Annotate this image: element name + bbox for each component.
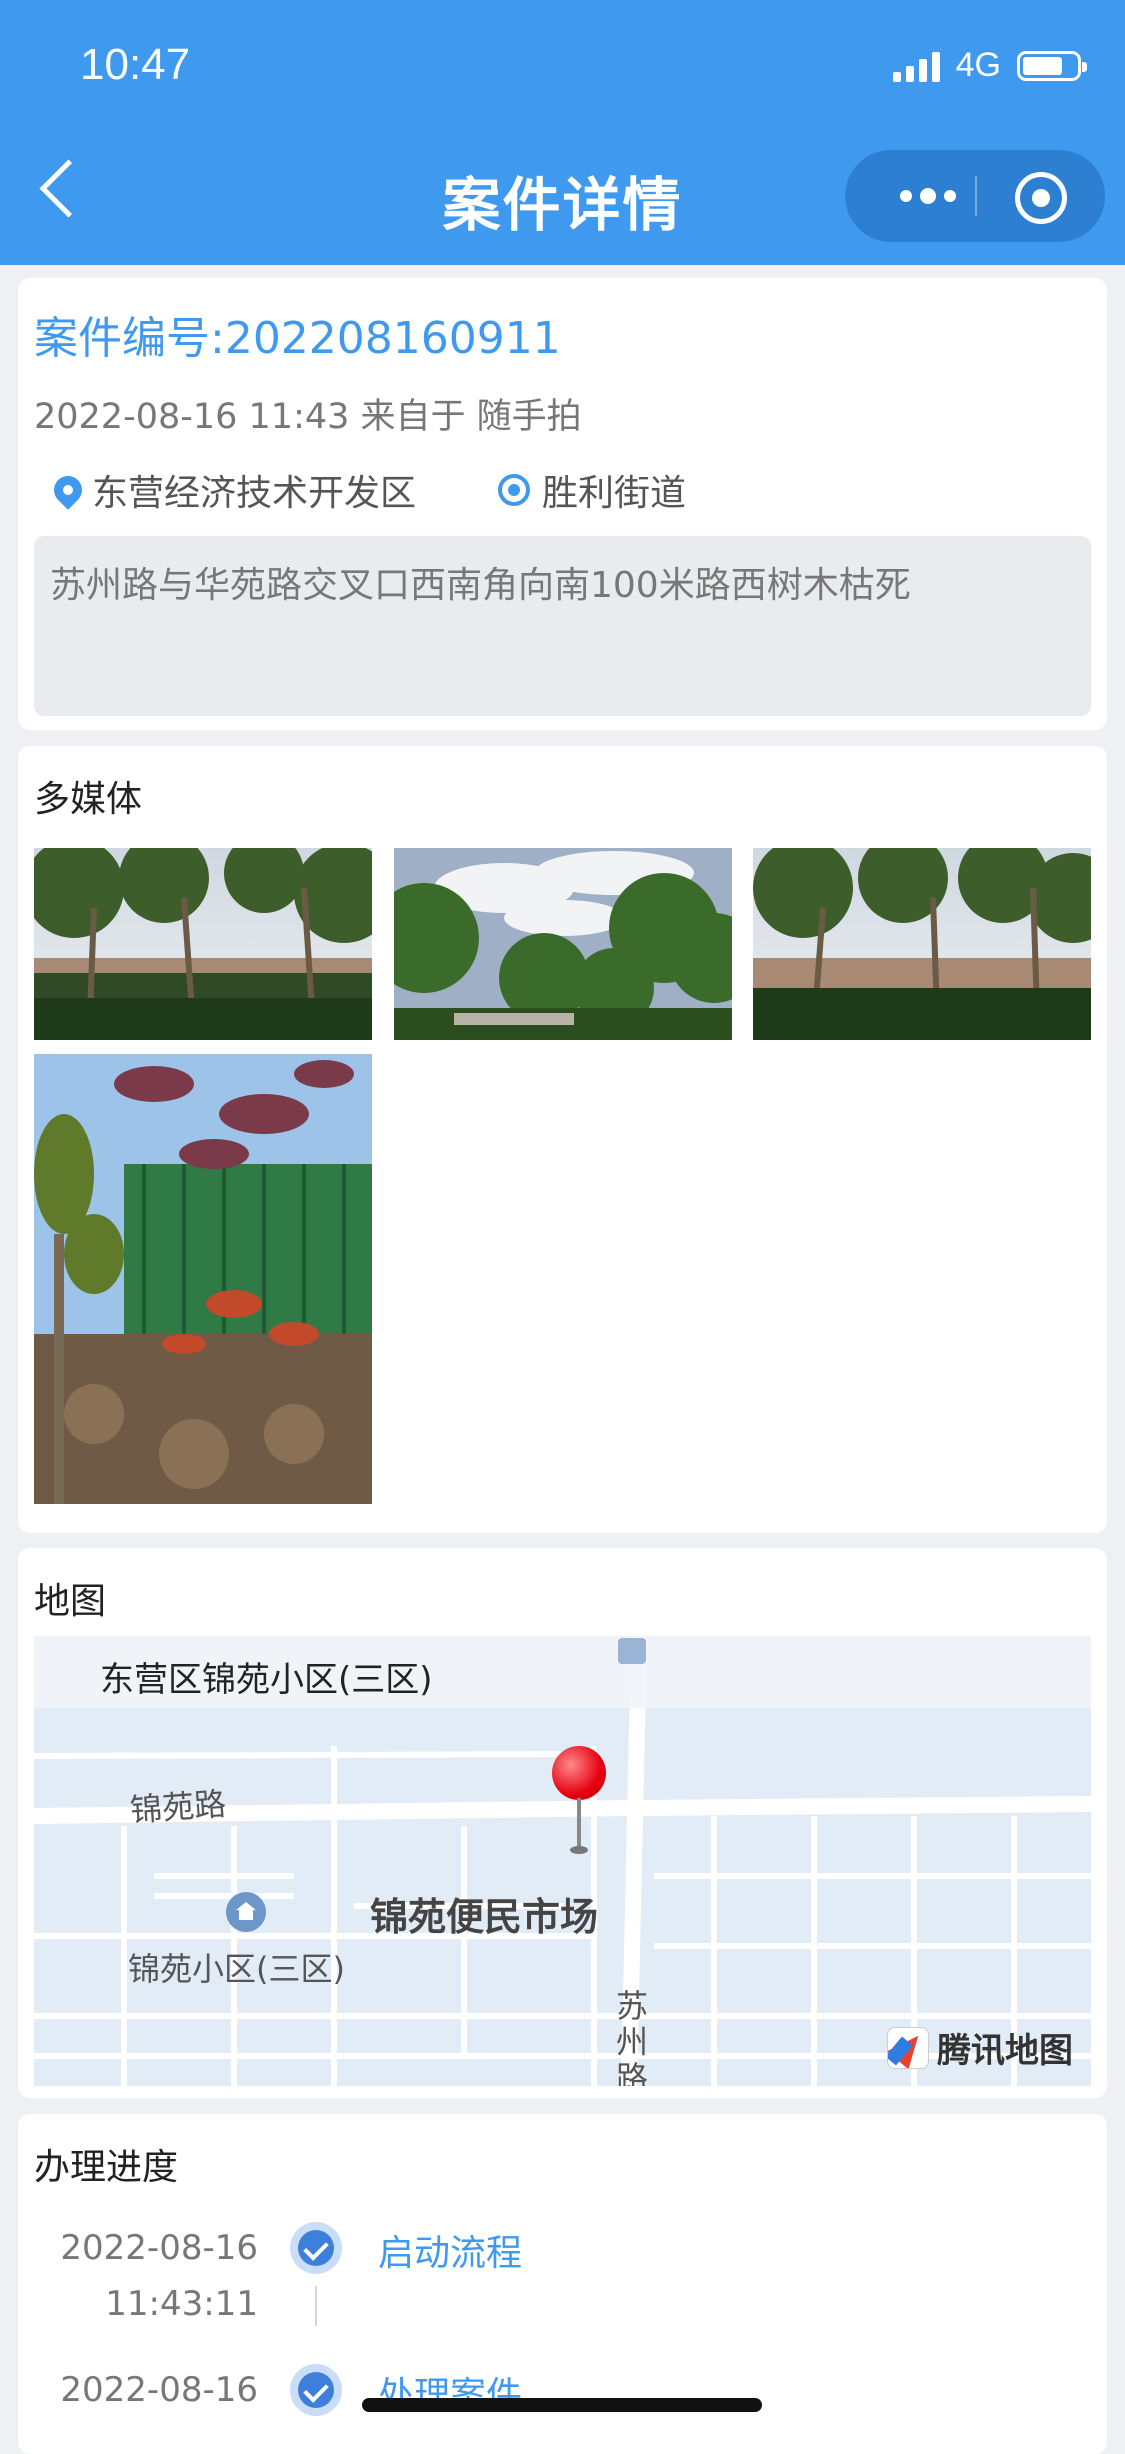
tencent-map-logo: 腾讯地图 xyxy=(887,2023,1073,2072)
map-top-label: 东营区锦苑小区(三区) xyxy=(100,1660,433,1700)
step-1-datetime: 2022-08-16 11:43:11 xyxy=(48,2220,258,2332)
signal-icon xyxy=(892,50,940,82)
step-2-check-icon xyxy=(290,2364,342,2416)
map-card: 地图 东营区锦苑小区(三区) 锦苑路 锦苑便民市场 锦苑小区(三区) 苏州路 腾… xyxy=(18,1548,1107,2098)
step-1-label[interactable]: 启动流程 xyxy=(378,2224,522,2276)
step-2-datetime: 2022-08-16 xyxy=(48,2362,258,2418)
road-label-jinyuan: 锦苑路 xyxy=(128,1784,228,1830)
district-location: 东营经济技术开发区 xyxy=(48,464,417,516)
case-number: 案件编号:202208160911 xyxy=(34,313,561,364)
location-pin-icon xyxy=(48,470,88,510)
media-photo-4[interactable] xyxy=(34,1054,372,1504)
case-meta: 2022-08-16 11:43 来自于 随手拍 xyxy=(34,397,582,437)
district-label: 东营经济技术开发区 xyxy=(92,473,417,514)
media-card: 多媒体 xyxy=(18,746,1107,1533)
media-photo-1[interactable] xyxy=(34,848,372,1040)
miniprogram-capsule xyxy=(845,150,1105,242)
tencent-map-icon xyxy=(887,2026,929,2069)
street-location: 胜利街道 xyxy=(498,464,686,516)
media-photo-2[interactable] xyxy=(394,848,732,1040)
timeline-connector xyxy=(315,2286,317,2326)
media-title: 多媒体 xyxy=(34,779,143,820)
header: 10:47 4G 案件详情 xyxy=(0,0,1125,265)
home-indicator xyxy=(362,2398,762,2412)
poi-community-label: 锦苑小区(三区) xyxy=(128,1950,345,1988)
status-time: 10:47 xyxy=(80,40,191,89)
poi-market-label: 锦苑便民市场 xyxy=(370,1895,599,1939)
case-description: 苏州路与华苑路交叉口西南角向南100米路西树木枯死 xyxy=(34,536,1091,716)
map-title: 地图 xyxy=(34,1581,107,1622)
step-1-time: 11:43:11 xyxy=(105,2284,258,2324)
progress-title: 办理进度 xyxy=(34,2147,179,2188)
battery-icon xyxy=(1017,50,1087,81)
road-label-suzhou: 苏州路 xyxy=(616,1987,649,2086)
locate-icon xyxy=(498,474,530,506)
close-miniprogram-button[interactable] xyxy=(1015,172,1067,224)
map-view[interactable]: 东营区锦苑小区(三区) 锦苑路 锦苑便民市场 锦苑小区(三区) 苏州路 腾讯地图 xyxy=(34,1636,1091,2086)
step-1-check-icon xyxy=(290,2222,342,2274)
community-poi-icon xyxy=(226,1892,266,1932)
status-icons: 4G xyxy=(892,46,1087,85)
street-label: 胜利街道 xyxy=(542,473,687,514)
location-marker-icon xyxy=(552,1746,606,1854)
network-type: 4G xyxy=(955,46,1001,84)
map-provider-label: 腾讯地图 xyxy=(937,2031,1073,2071)
more-button[interactable] xyxy=(883,150,973,242)
step-2-date: 2022-08-16 xyxy=(60,2370,258,2410)
case-info-card: 案件编号:202208160911 2022-08-16 11:43 来自于 随… xyxy=(18,278,1107,730)
step-1-date: 2022-08-16 xyxy=(60,2228,258,2268)
media-photo-3[interactable] xyxy=(753,848,1091,1040)
